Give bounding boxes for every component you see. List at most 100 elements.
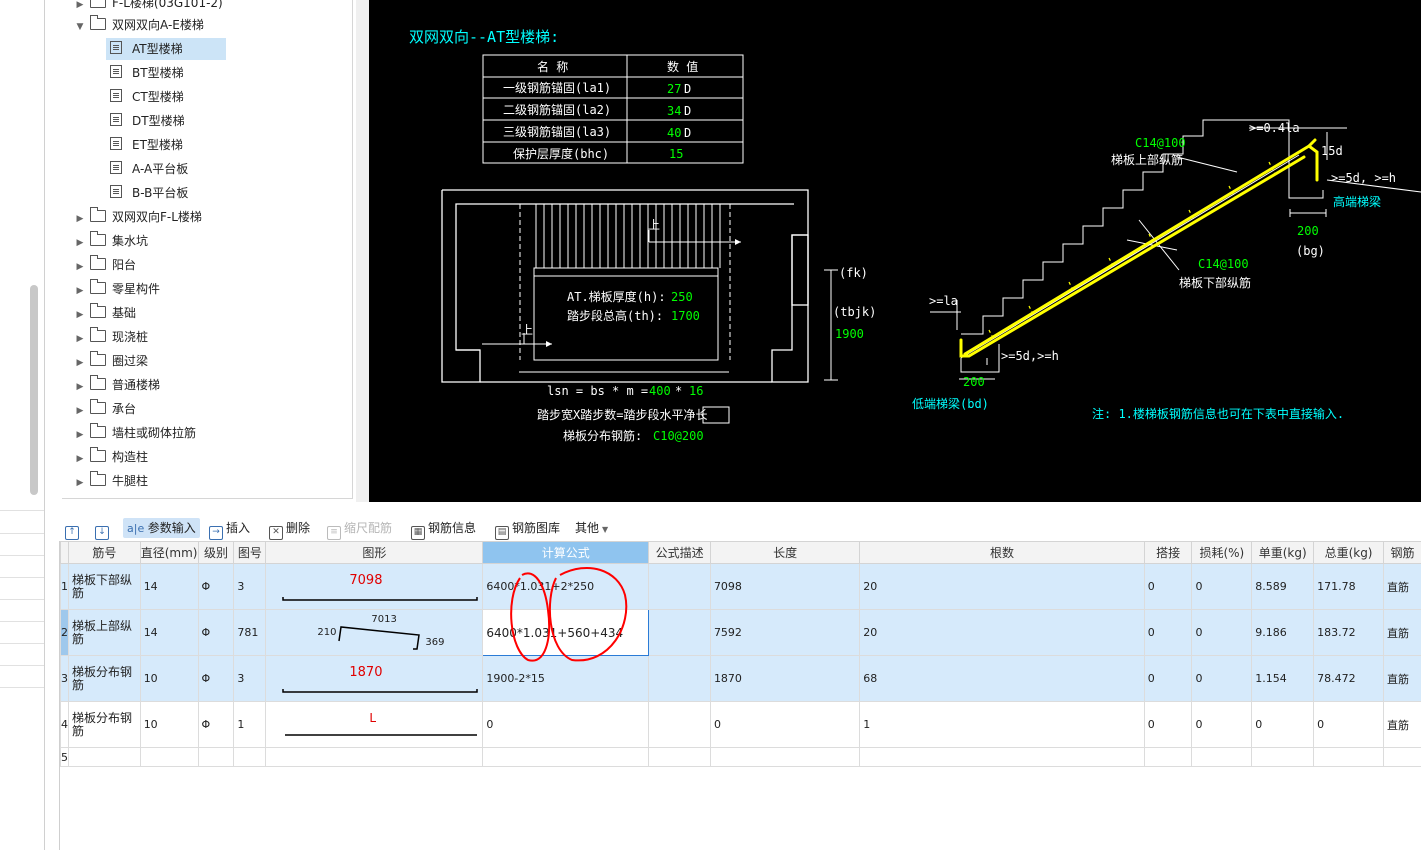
column-header[interactable]: 单重(kg) <box>1251 541 1315 564</box>
tree-item-at-stair[interactable]: AT型楼梯 <box>106 38 226 60</box>
column-header[interactable]: 长度 <box>709 541 861 564</box>
cell-formula-desc[interactable] <box>648 655 711 702</box>
move-down-button[interactable]: ↓ <box>95 518 112 540</box>
chevron-right-icon[interactable]: ▶ <box>74 208 86 230</box>
tree-item[interactable]: ▶ 墙柱或砌体拉筋 <box>74 422 196 444</box>
tree-item[interactable]: BT型楼梯 <box>110 62 184 84</box>
column-header[interactable]: 公式描述 <box>648 541 711 564</box>
row-number[interactable]: 5 <box>60 747 69 767</box>
cell-figure-no[interactable]: 3 <box>233 655 267 702</box>
cell-lap[interactable]: 0 <box>1143 609 1193 656</box>
cell-empty[interactable] <box>1191 747 1253 767</box>
cell-bar-name[interactable]: 梯板分布钢筋 <box>68 701 141 748</box>
cell-empty[interactable] <box>482 747 650 767</box>
tree-item[interactable]: ▶ 基础 <box>74 302 136 324</box>
cell-count[interactable]: 20 <box>859 609 1145 656</box>
column-header[interactable]: 图形 <box>265 541 484 564</box>
row-number[interactable]: 1 <box>60 563 69 610</box>
cell-diameter[interactable]: 10 <box>139 701 199 748</box>
cell-unit-weight[interactable]: 1.154 <box>1251 655 1315 702</box>
chevron-right-icon[interactable]: ▶ <box>74 400 86 422</box>
cell-formula-editing[interactable]: 6400*1.031+560+434 <box>482 609 650 656</box>
column-header[interactable]: 钢筋 <box>1382 541 1421 564</box>
cell-length[interactable]: 0 <box>709 701 861 748</box>
cell-total-weight[interactable]: 183.72 <box>1313 609 1384 656</box>
tree-item[interactable]: CT型楼梯 <box>110 86 184 108</box>
tree-item[interactable]: ▶ 零星构件 <box>74 278 160 300</box>
tree-item[interactable]: ▼ 双网双向A-E楼梯 <box>74 14 204 36</box>
cell-formula[interactable]: 6400*1.031+2*250 <box>482 563 650 610</box>
tree-item[interactable]: ▶ 圈过梁 <box>74 350 148 372</box>
cell-formula[interactable]: 1900-2*15 <box>482 655 650 702</box>
cell-kind[interactable]: 直筋 <box>1382 655 1421 702</box>
chevron-right-icon[interactable]: ▶ <box>74 304 86 326</box>
cell-shape[interactable]: 1870 <box>265 655 484 702</box>
cell-total-weight[interactable]: 0 <box>1313 701 1384 748</box>
chevron-right-icon[interactable]: ▶ <box>74 376 86 398</box>
cell-figure-no[interactable]: 1 <box>233 701 267 748</box>
chevron-right-icon[interactable]: ▶ <box>74 448 86 470</box>
tree-item[interactable]: ▶ 普通楼梯 <box>74 374 160 396</box>
cell-kind[interactable]: 直筋 <box>1382 701 1421 748</box>
tree-item[interactable]: ▶ 阳台 <box>74 254 136 276</box>
cell-loss[interactable]: 0 <box>1191 701 1253 748</box>
cell-empty[interactable] <box>709 747 861 767</box>
cell-formula-desc[interactable] <box>648 563 711 610</box>
tree-item[interactable]: ▶ 承台 <box>74 398 136 420</box>
cell-total-weight[interactable]: 171.78 <box>1313 563 1384 610</box>
cell-grade[interactable]: Φ <box>197 701 235 748</box>
cell-total-weight[interactable]: 78.472 <box>1313 655 1384 702</box>
cell-empty[interactable] <box>1143 747 1193 767</box>
panel-splitter[interactable] <box>356 0 369 502</box>
cell-lap[interactable]: 0 <box>1143 701 1193 748</box>
cell-bar-name[interactable]: 梯板分布钢筋 <box>68 655 141 702</box>
row-number[interactable]: 3 <box>60 655 69 702</box>
cell-formula-desc[interactable] <box>648 609 711 656</box>
delete-button[interactable]: ✕ 删除 <box>269 518 310 540</box>
cell-count[interactable]: 1 <box>859 701 1145 748</box>
chevron-right-icon[interactable]: ▶ <box>74 280 86 302</box>
chevron-right-icon[interactable]: ▶ <box>74 352 86 374</box>
cell-kind[interactable]: 直筋 <box>1382 609 1421 656</box>
cell-figure-no[interactable]: 781 <box>233 609 267 656</box>
cell-formula-desc[interactable] <box>648 701 711 748</box>
column-header[interactable]: 总重(kg) <box>1313 541 1384 564</box>
rebar-info-button[interactable]: ▦ 钢筋信息 <box>411 518 476 540</box>
table-row[interactable]: 2 梯板上部纵筋 14 Φ 781 210 7013 369 6400*1.03… <box>60 609 1421 656</box>
chevron-right-icon[interactable]: ▶ <box>74 232 86 254</box>
cell-grade[interactable]: Φ <box>197 655 235 702</box>
cell-length[interactable]: 1870 <box>709 655 861 702</box>
tree-item[interactable]: ▶ 集水坑 <box>74 230 148 252</box>
cell-kind[interactable]: 直筋 <box>1382 563 1421 610</box>
tree-item[interactable]: A-A平台板 <box>110 158 188 180</box>
chevron-down-icon[interactable]: ▼ <box>74 16 86 38</box>
tree-item[interactable]: ▶ 现浇桩 <box>74 326 148 348</box>
cell-loss[interactable]: 0 <box>1191 609 1253 656</box>
tree-item[interactable]: ▶ 牛腿柱 <box>74 470 148 492</box>
table-row[interactable]: 4 梯板分布钢筋 10 Φ 1 L 0 0 1 0 0 0 0 直筋 <box>60 701 1421 748</box>
tree-item[interactable]: ▶ 双网双向F-L楼梯 <box>74 206 202 228</box>
cell-length[interactable]: 7098 <box>709 563 861 610</box>
tree-item[interactable]: ET型楼梯 <box>110 134 183 156</box>
left-scrollbar[interactable] <box>30 285 38 495</box>
tree-item[interactable]: DT型楼梯 <box>110 110 185 132</box>
cell-figure-no[interactable]: 3 <box>233 563 267 610</box>
cell-grade[interactable]: Φ <box>197 609 235 656</box>
cell-unit-weight[interactable]: 9.186 <box>1251 609 1315 656</box>
table-row-empty[interactable]: 5 <box>60 747 1421 767</box>
cell-empty[interactable] <box>1313 747 1384 767</box>
cell-grade[interactable]: Φ <box>197 563 235 610</box>
param-input-button[interactable]: a|e 参数输入 <box>123 518 200 538</box>
cell-empty[interactable] <box>648 747 711 767</box>
cell-empty[interactable] <box>1382 747 1421 767</box>
row-number[interactable]: 4 <box>60 701 69 748</box>
cell-shape[interactable]: 7098 <box>265 563 484 610</box>
cell-empty[interactable] <box>197 747 235 767</box>
cell-lap[interactable]: 0 <box>1143 563 1193 610</box>
cell-bar-name[interactable]: 梯板上部纵筋 <box>68 609 141 656</box>
column-header[interactable]: 直径(mm) <box>139 541 199 564</box>
cell-empty[interactable] <box>139 747 199 767</box>
cell-unit-weight[interactable]: 8.589 <box>1251 563 1315 610</box>
column-header-formula[interactable]: 计算公式 <box>482 541 650 564</box>
other-menu-button[interactable]: 其他 ▼ <box>575 518 608 538</box>
